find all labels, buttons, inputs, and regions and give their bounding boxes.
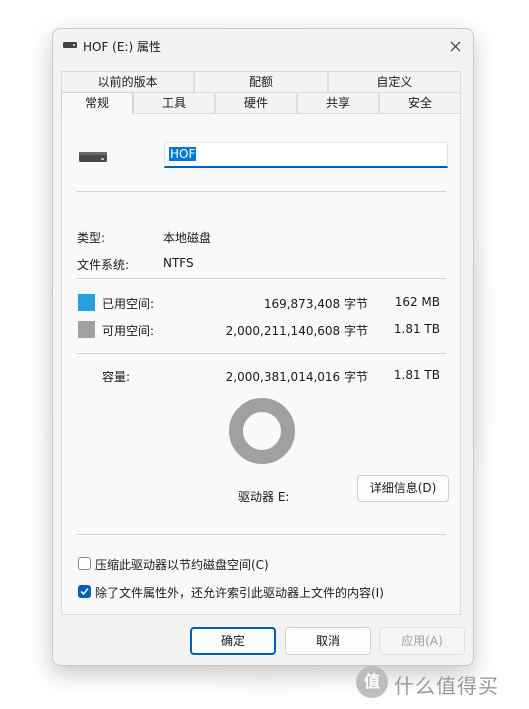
apply-button[interactable]: 应用(A): [379, 627, 465, 655]
tab-row-upper: 以前的版本 配额 自定义: [61, 71, 461, 92]
tab-sharing[interactable]: 共享: [297, 92, 379, 113]
tab-tools[interactable]: 工具: [133, 92, 215, 113]
compress-checkbox[interactable]: [78, 557, 91, 570]
drive-name-value: HOF: [169, 147, 197, 161]
free-space-size: 1.81 TB: [393, 322, 440, 336]
index-checkbox[interactable]: [78, 585, 91, 598]
free-space-swatch: [78, 321, 95, 338]
close-icon: [450, 41, 460, 51]
tab-general[interactable]: 常规: [61, 92, 133, 114]
usage-donut-chart: [229, 398, 295, 464]
general-panel: HOF 类型: 本地磁盘 文件系统: NTFS 已用空间: 169,873,40…: [61, 113, 461, 615]
index-label[interactable]: 除了文件属性外，还允许索引此驱动器上文件的内容(I): [95, 584, 384, 601]
cancel-button[interactable]: 取消: [285, 627, 371, 655]
details-button[interactable]: 详细信息(D): [357, 475, 449, 502]
free-space-label: 可用空间:: [102, 324, 155, 338]
filesystem-label: 文件系统:: [77, 258, 130, 272]
close-button[interactable]: [441, 33, 469, 59]
tab-quota[interactable]: 配额: [194, 71, 328, 92]
compress-label[interactable]: 压缩此驱动器以节约磁盘空间(C): [95, 556, 269, 573]
drive-caption: 驱动器 E:: [238, 490, 290, 504]
divider: [76, 534, 446, 535]
watermark-text: 什么值得买: [394, 674, 499, 698]
window-title: HOF (E:) 属性: [83, 40, 161, 54]
properties-dialog: HOF (E:) 属性 以前的版本 配额 自定义 常规 工具 硬件 共享 安全 …: [52, 28, 474, 666]
used-space-swatch: [78, 294, 95, 311]
type-value: 本地磁盘: [163, 231, 212, 245]
capacity-size: 1.81 TB: [393, 368, 440, 382]
watermark-logo: 值: [356, 666, 388, 698]
tab-row-lower: 常规 工具 硬件 共享 安全: [61, 92, 461, 114]
type-label: 类型:: [77, 231, 106, 245]
used-space-size: 162 MB: [394, 295, 440, 309]
capacity-bytes: 2,000,381,014,016 字节: [225, 370, 368, 384]
tab-security[interactable]: 安全: [379, 92, 461, 113]
tab-previous-versions[interactable]: 以前的版本: [61, 71, 195, 92]
tab-customize[interactable]: 自定义: [327, 71, 461, 92]
used-space-bytes: 169,873,408 字节: [263, 297, 368, 311]
watermark: 值 什么值得买: [356, 664, 524, 702]
drive-name-input[interactable]: HOF: [164, 142, 448, 168]
free-space-bytes: 2,000,211,140,608 字节: [225, 324, 368, 338]
capacity-label: 容量:: [102, 370, 131, 384]
divider: [76, 353, 446, 354]
used-space-label: 已用空间:: [102, 297, 155, 311]
ok-button[interactable]: 确定: [190, 627, 276, 655]
title-bar[interactable]: HOF (E:) 属性: [53, 29, 473, 63]
divider: [76, 191, 446, 192]
drive-icon: [63, 42, 77, 48]
checkmark-icon: [80, 588, 89, 596]
divider: [76, 278, 446, 279]
tab-hardware[interactable]: 硬件: [215, 92, 297, 113]
hard-drive-icon: [79, 152, 107, 162]
filesystem-value: NTFS: [163, 256, 194, 270]
donut-free-segment: [229, 398, 295, 464]
